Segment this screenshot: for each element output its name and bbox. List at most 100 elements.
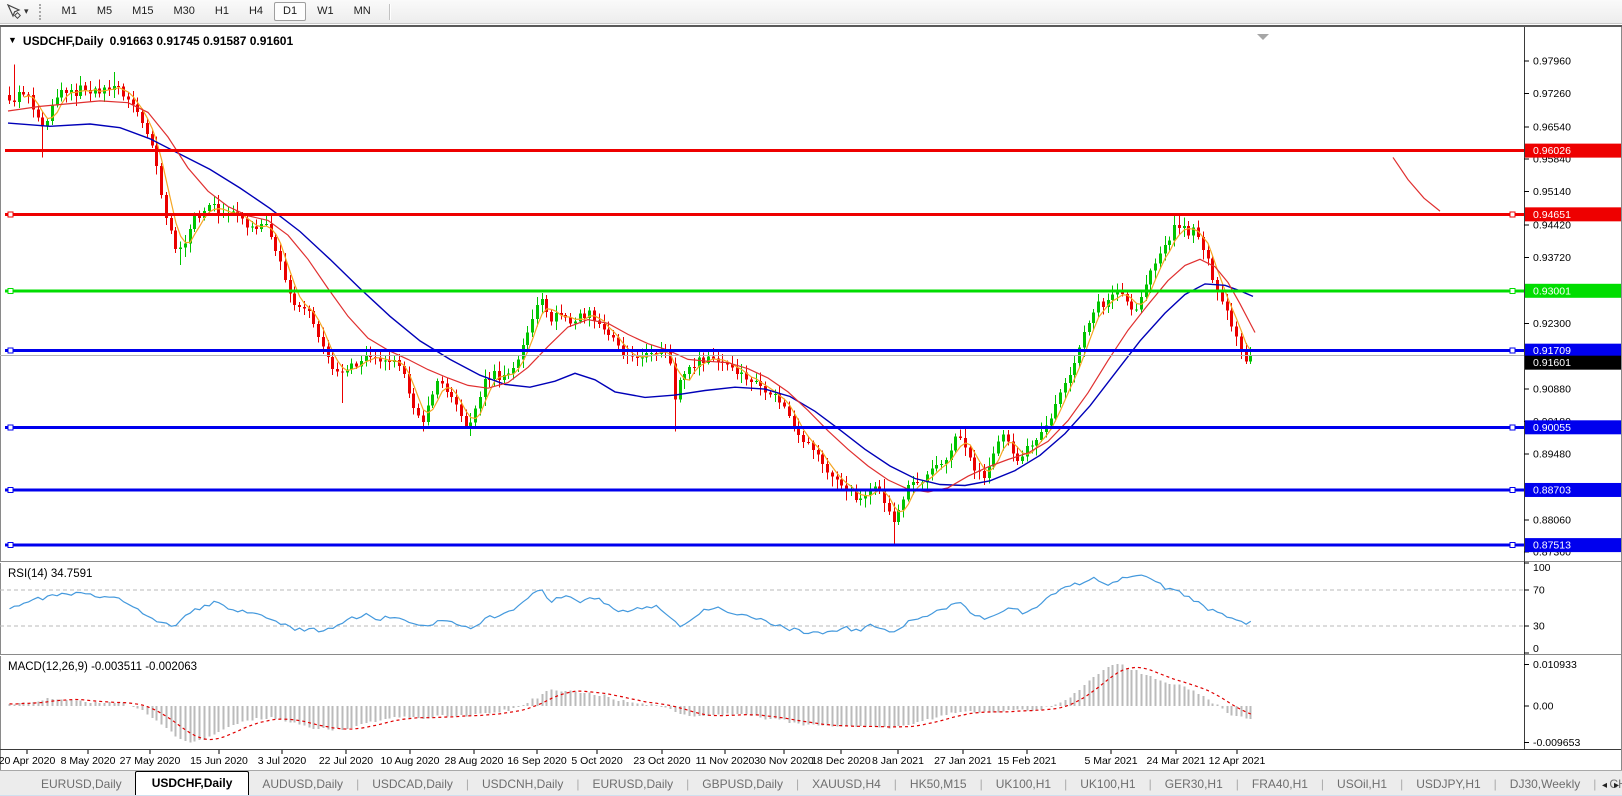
line-handle: [1510, 212, 1515, 217]
price-badge-label: 0.94651: [1533, 209, 1571, 221]
timeframe-button-mn[interactable]: MN: [345, 2, 380, 21]
crosshair-cursor-icon[interactable]: [4, 3, 22, 20]
tabs-scroll-right-icon[interactable]: ▸: [1614, 780, 1619, 791]
date-tick-label: 27 Jan 2021: [934, 755, 992, 767]
timeframe-button-m1[interactable]: M1: [53, 2, 86, 21]
rsi-panel: 100 70 30 0 RSI(14) 34.7591: [0, 562, 1551, 655]
date-tick-label: 27 May 2020: [120, 755, 181, 767]
timeframe-toolbar: ▾ M1M5M15M30H1H4D1W1MN: [0, 0, 1622, 24]
rsi-line: [10, 575, 1251, 634]
price-badge-label: 0.88703: [1533, 484, 1571, 496]
date-tick-label: 8 May 2020: [61, 755, 116, 767]
chart-tab-uk100-h1[interactable]: UK100,H1: [983, 773, 1064, 796]
macd-tick-label: -0.009653: [1533, 737, 1580, 749]
timeframe-button-m5[interactable]: M5: [88, 2, 121, 21]
timeframe-button-d1[interactable]: D1: [274, 2, 306, 21]
chart-tab-xauusd-h4[interactable]: XAUUSD,H4: [799, 773, 894, 796]
tabs-scroll-left-icon[interactable]: ◂: [1602, 780, 1607, 791]
chart-tab-ger30-h1[interactable]: GER30,H1: [1152, 773, 1236, 796]
tool-dropdown-icon[interactable]: ▾: [24, 6, 29, 17]
line-handle: [8, 212, 13, 217]
rsi-indicator-label: RSI(14) 34.7591: [8, 568, 92, 580]
chart-tab-uk100-h1[interactable]: UK100,H1: [1067, 773, 1148, 796]
date-tick-label: 11 Nov 2020: [696, 755, 755, 767]
date-tick-label: 15 Feb 2021: [998, 755, 1057, 767]
toolbar-separator: [389, 4, 390, 20]
timeframe-button-m15[interactable]: M15: [123, 2, 162, 21]
line-handle: [8, 543, 13, 548]
rsi-tick-label: 70: [1533, 585, 1545, 597]
line-handle: [1510, 288, 1515, 293]
price-tick-label: 0.88060: [1533, 514, 1571, 526]
date-tick-label: 5 Mar 2021: [1084, 755, 1137, 767]
date-tick-label: 10 Aug 2020: [381, 755, 440, 767]
macd-indicator-label: MACD(12,26,9) -0.003511 -0.002063: [8, 661, 197, 673]
date-tick-label: 23 Oct 2020: [633, 755, 690, 767]
rsi-tick-label: 100: [1533, 562, 1551, 574]
date-tick-label: 16 Sep 2020: [507, 755, 567, 767]
collapse-ohlc-icon[interactable]: ▼: [8, 35, 17, 45]
chart-tab-usoil-h1[interactable]: USOil,H1: [1324, 773, 1400, 796]
timeframe-button-h4[interactable]: H4: [240, 2, 272, 21]
chart-frame: [0, 27, 1622, 750]
date-tick-label: 28 Aug 2020: [445, 755, 504, 767]
timeframe-button-m30[interactable]: M30: [165, 2, 204, 21]
chart-window[interactable]: 0.979600.972600.965400.958400.951400.944…: [0, 25, 1622, 770]
date-tick-label: 24 Mar 2021: [1147, 755, 1206, 767]
line-handle: [1510, 487, 1515, 492]
line-handle: [8, 487, 13, 492]
date-tick-label: 18 Dec 2020: [811, 755, 871, 767]
line-handle: [1510, 348, 1515, 353]
candles-layer: [8, 65, 1252, 545]
date-tick-label: 15 Jun 2020: [190, 755, 248, 767]
price-badge-label: 0.90055: [1533, 422, 1571, 434]
chart-tab-eurusd-daily[interactable]: EURUSD,Daily: [28, 773, 135, 796]
shift-marker: [1257, 34, 1269, 40]
chart-symbol-label: USDCHF,Daily: [23, 34, 104, 48]
ma-mid-red: [8, 101, 1255, 492]
chart-tab-fra40-h1[interactable]: FRA40,H1: [1239, 773, 1321, 796]
price-badge-label: 0.87513: [1533, 540, 1571, 552]
price-tick-label: 0.93720: [1533, 252, 1571, 264]
price-tick-label: 0.95140: [1533, 186, 1571, 198]
price-tick-label: 0.97960: [1533, 56, 1571, 68]
price-tick-label: 0.89480: [1533, 448, 1571, 460]
mt4-application: ▾ M1M5M15M30H1H4D1W1MN 0.97960 0.97260 0.9…: [0, 0, 1622, 796]
chart-tab-usdjpy-h1[interactable]: USDJPY,H1: [1403, 773, 1493, 796]
chart-ohlc-title: ▼ USDCHF,Daily 0.91663 0.91745 0.91587 0…: [8, 34, 293, 48]
date-tick-label: 12 Apr 2021: [1209, 755, 1266, 767]
chart-ohlc-values: 0.91663 0.91745 0.91587 0.91601: [110, 34, 294, 48]
price-tick-label: 0.94420: [1533, 220, 1571, 232]
date-tick-label: 3 Jul 2020: [258, 755, 307, 767]
chart-tab-usdcad-daily[interactable]: USDCAD,Daily: [359, 773, 466, 796]
price-badges: 0.960260.946510.930010.917090.900550.887…: [1525, 144, 1622, 552]
line-handle: [1510, 543, 1515, 548]
price-tick-label: 0.97260: [1533, 88, 1571, 100]
chart-tab-gbpusd-daily[interactable]: GBPUSD,Daily: [689, 773, 796, 796]
rsi-tick-label: 0: [1533, 643, 1539, 655]
date-tick-label: 8 Jan 2021: [872, 755, 924, 767]
price-badge-label: 0.96026: [1533, 145, 1571, 157]
price-tick-label: 0.96540: [1533, 121, 1571, 133]
chart-tab-usdcnh-daily[interactable]: USDCNH,Daily: [469, 773, 576, 796]
line-handle: [1510, 425, 1515, 430]
price-tick-label: 0.92300: [1533, 318, 1571, 330]
toolbar-grip[interactable]: [39, 4, 46, 20]
chart-tab-eurusd-daily[interactable]: EURUSD,Daily: [579, 773, 686, 796]
timeframe-button-w1[interactable]: W1: [308, 2, 343, 21]
price-badge-label: 0.91709: [1533, 345, 1571, 357]
date-tick-label: 5 Oct 2020: [571, 755, 623, 767]
price-tick-label: 0.90880: [1533, 384, 1571, 396]
price-chart-canvas[interactable]: 0.979600.972600.965400.958400.951400.944…: [0, 27, 1622, 772]
chart-tab-audusd-daily[interactable]: AUDUSD,Daily: [249, 773, 356, 796]
chart-tab-dj30-weekly[interactable]: DJ30,Weekly: [1497, 773, 1593, 796]
macd-tick-label: 0.010933: [1533, 659, 1577, 671]
ma-slow-blue: [8, 123, 1253, 485]
chart-tab-usdchf-daily[interactable]: USDCHF,Daily: [135, 771, 250, 796]
date-axis: 20 Apr 20208 May 202027 May 202015 Jun 2…: [0, 750, 1265, 767]
timeframe-button-h1[interactable]: H1: [206, 2, 238, 21]
date-tick-label: 30 Nov 2020: [754, 755, 814, 767]
chart-tab-bar: EURUSD,DailyUSDCHF,DailyAUDUSD,Daily|USD…: [0, 770, 1622, 796]
rsi-tick-label: 30: [1533, 621, 1545, 633]
chart-tab-hk50-m15[interactable]: HK50,M15: [897, 773, 980, 796]
